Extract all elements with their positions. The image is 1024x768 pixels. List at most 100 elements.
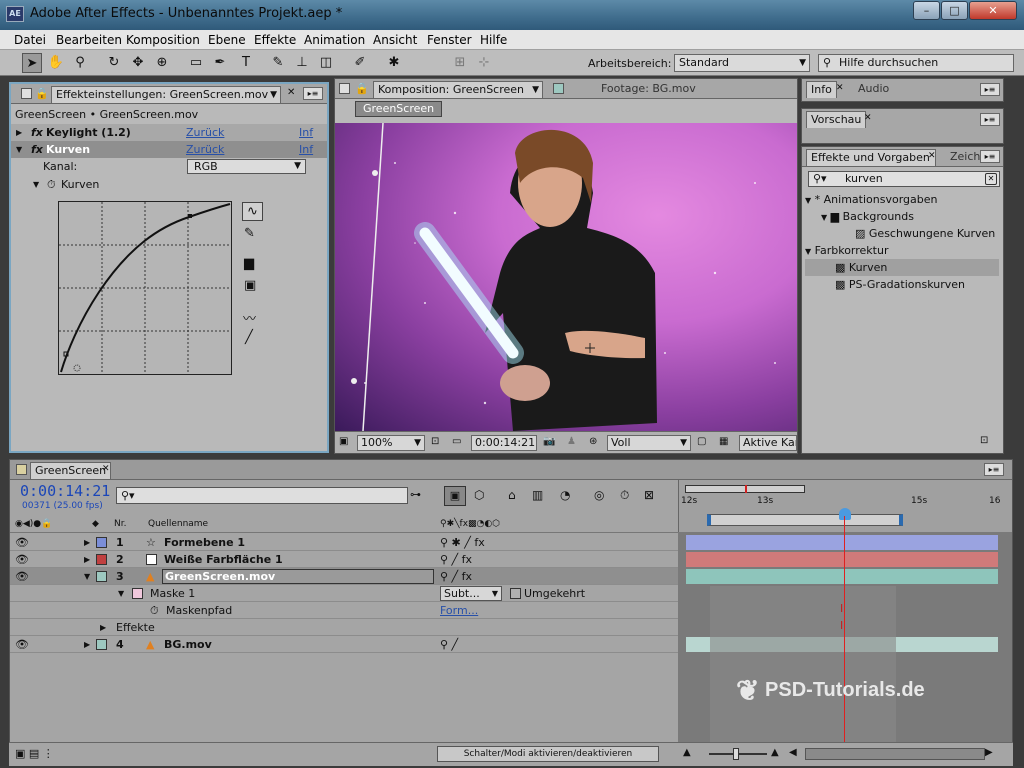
stopwatch-icon[interactable]: ⏱ [47,176,56,193]
close-tab-icon[interactable]: ✕ [102,464,110,474]
layer-name[interactable]: Formebene 1 [164,534,245,551]
linear-icon[interactable]: ╱ [245,330,253,345]
tree-item-backgrounds[interactable]: ▼ ▆ Backgrounds [805,208,999,225]
panel-menu-icon[interactable]: ▸≡ [984,463,1004,476]
layer-switches-icon[interactable]: ⚲ ╱ fx [440,551,472,568]
zoom-select[interactable]: 100% ▼ [357,435,425,451]
fx-reset-link[interactable]: Zurück [186,124,224,141]
tab-audio[interactable]: Audio [854,81,893,98]
brainstorm-icon[interactable]: ◎ [594,488,604,502]
label-color[interactable] [96,554,107,565]
tab-info[interactable]: Info [806,81,837,98]
expand-right-icon[interactable]: ▶ [84,534,90,551]
layer-switches-toggle-icon[interactable]: ▣ ▤ ⋮ [15,747,54,760]
close-tab-icon[interactable]: ✕ [287,87,295,98]
expand-down-icon[interactable]: ▼ [84,568,90,585]
layer-bar[interactable] [686,535,998,550]
expand-down-icon[interactable]: ▼ [805,247,811,256]
lock-icon[interactable]: 🔒 [355,82,369,95]
effects-search-input[interactable]: ⚲▾ kurven ✕ [808,171,1000,187]
menu-animation[interactable]: Animation [304,33,365,47]
close-tab-icon[interactable]: ✕ [864,113,872,123]
tree-item-farbkorrektur[interactable]: ▼ Farbkorrektur [805,242,999,259]
draft-3d-icon[interactable]: ⬡ [474,488,484,502]
menu-hilfe[interactable]: Hilfe [480,33,507,47]
roto-brush-tool-icon[interactable]: ✐ [350,53,370,73]
curve-tool-icon[interactable]: ∿ [242,202,263,221]
maximize-button[interactable]: □ [941,1,968,20]
inverted-checkbox[interactable] [510,588,521,599]
layer-switches-icon[interactable]: ⚲ ╱ fx [440,568,472,585]
tree-item-geschwungene-kurven[interactable]: ▨ Geschwungene Kurven [805,225,999,242]
new-folder-icon[interactable]: ⊡ [980,435,988,446]
expand-right-icon[interactable]: ▶ [16,124,22,141]
menu-ebene[interactable]: Ebene [208,33,246,47]
tab-character[interactable]: Zeich [946,149,984,166]
mask-path-row[interactable]: ⏱ Maskenpfad Form... [10,602,678,619]
tab-effect-controls[interactable]: Effekteinstellungen: GreenScreen.mov ▼ [51,86,281,103]
panel-menu-icon[interactable]: ▸≡ [980,150,1000,163]
expand-down-icon[interactable]: ▼ [805,196,811,205]
menu-ansicht[interactable]: Ansicht [373,33,417,47]
eye-icon[interactable]: 👁 [15,551,29,568]
playhead-handle[interactable] [839,508,851,520]
layer-name[interactable]: BG.mov [164,636,212,653]
eye-icon[interactable]: 👁 [15,636,29,653]
panel-menu-icon[interactable]: ▸≡ [980,83,1000,96]
layer-row-selected[interactable]: 👁 ▼ 3 ▲ GreenScreen.mov ⚲ ╱ fx [10,568,678,585]
tab-effects-presets[interactable]: Effekte und Vorgaben [806,149,936,166]
layer-bar[interactable] [686,569,998,584]
expand-right-icon[interactable]: ▶ [100,619,106,636]
zoom-tool-icon[interactable]: ⚲ [70,53,90,73]
smooth-icon[interactable]: 〰 [243,308,256,327]
stopwatch-icon[interactable]: ⏱ [150,602,159,619]
brush-tool-icon[interactable]: ✎ [268,53,288,73]
menu-effekte[interactable]: Effekte [254,33,296,47]
keyframe-marker[interactable]: I [840,602,843,615]
channels-icon[interactable]: ⊛ [589,436,597,447]
mask-name[interactable]: Maske 1 [150,585,195,602]
tree-item-kurven[interactable]: ▩ Kurven [805,259,999,276]
layer-search-input[interactable]: ⚲▾ [116,487,408,504]
zoom-slider-thumb[interactable] [733,748,739,760]
mask-row[interactable]: ▼ Maske 1 Subt... ▼ Umgekehrt [10,585,678,602]
region-icon[interactable]: ▢ [697,436,706,447]
close-button[interactable]: ✕ [969,1,1017,20]
eraser-tool-icon[interactable]: ◫ [316,53,336,73]
pen-tool-icon[interactable]: ✒ [210,53,230,73]
layer-switches-icon[interactable]: ⚲ ✱ ╱ fx [440,534,485,551]
fit-icon[interactable]: ⊡ [431,436,439,447]
label-color[interactable] [96,571,107,582]
quality-select[interactable]: Voll ▼ [607,435,691,451]
resolution-icon[interactable]: ▣ [339,436,348,447]
effects-row[interactable]: ▶ Effekte [10,619,678,636]
graph-editor-icon[interactable]: ⊠ [644,488,654,502]
layer-switches-icon[interactable]: ⚲ ╱ [440,636,458,653]
time-ruler[interactable]: 12s 13s 15s 16 [678,480,1012,532]
hide-shy-icon[interactable]: ⌂ [508,488,516,502]
tree-item-ps-gradationskurven[interactable]: ▩ PS-Gradationskurven [805,276,999,293]
toggle-switches-modes-button[interactable]: Schalter/Modi aktivieren/deaktivieren [437,746,659,762]
live-update-icon[interactable]: ▣ [444,486,466,506]
fx-reset-link[interactable]: Zurück [186,141,224,158]
camera-tool-icon[interactable]: ✥ [128,53,148,73]
camera-select[interactable]: Aktive Kar [739,435,797,451]
comp-viewer[interactable] [335,123,797,431]
zoom-in-icon[interactable]: ▲ [771,747,779,758]
layer-row[interactable]: 👁 ▶ 4 ▲ BG.mov ⚲ ╱ [10,636,678,653]
safe-area-icon[interactable]: ▭ [452,436,461,447]
expand-down-icon[interactable]: ▼ [821,213,827,222]
open-folder-icon[interactable]: ▆ [244,256,254,271]
comp-nav-button[interactable]: GreenScreen [355,101,443,117]
channel-select[interactable]: RGB ▼ [187,159,306,174]
puppet-tool-icon[interactable]: ✱ [384,53,404,73]
scroll-left-icon[interactable]: ◀ [789,747,797,758]
scroll-right-icon[interactable]: ▶ [985,747,993,758]
tab-preview[interactable]: Vorschau [806,111,867,128]
horizontal-scrollbar[interactable] [805,748,985,760]
label-color[interactable] [96,639,107,650]
close-tab-icon[interactable]: ✕ [928,151,936,161]
timeline-timecode[interactable]: 0:00:14:21 [20,482,110,500]
selection-tool-icon[interactable]: ➤ [22,53,42,73]
expand-down-icon[interactable]: ▼ [33,176,39,193]
